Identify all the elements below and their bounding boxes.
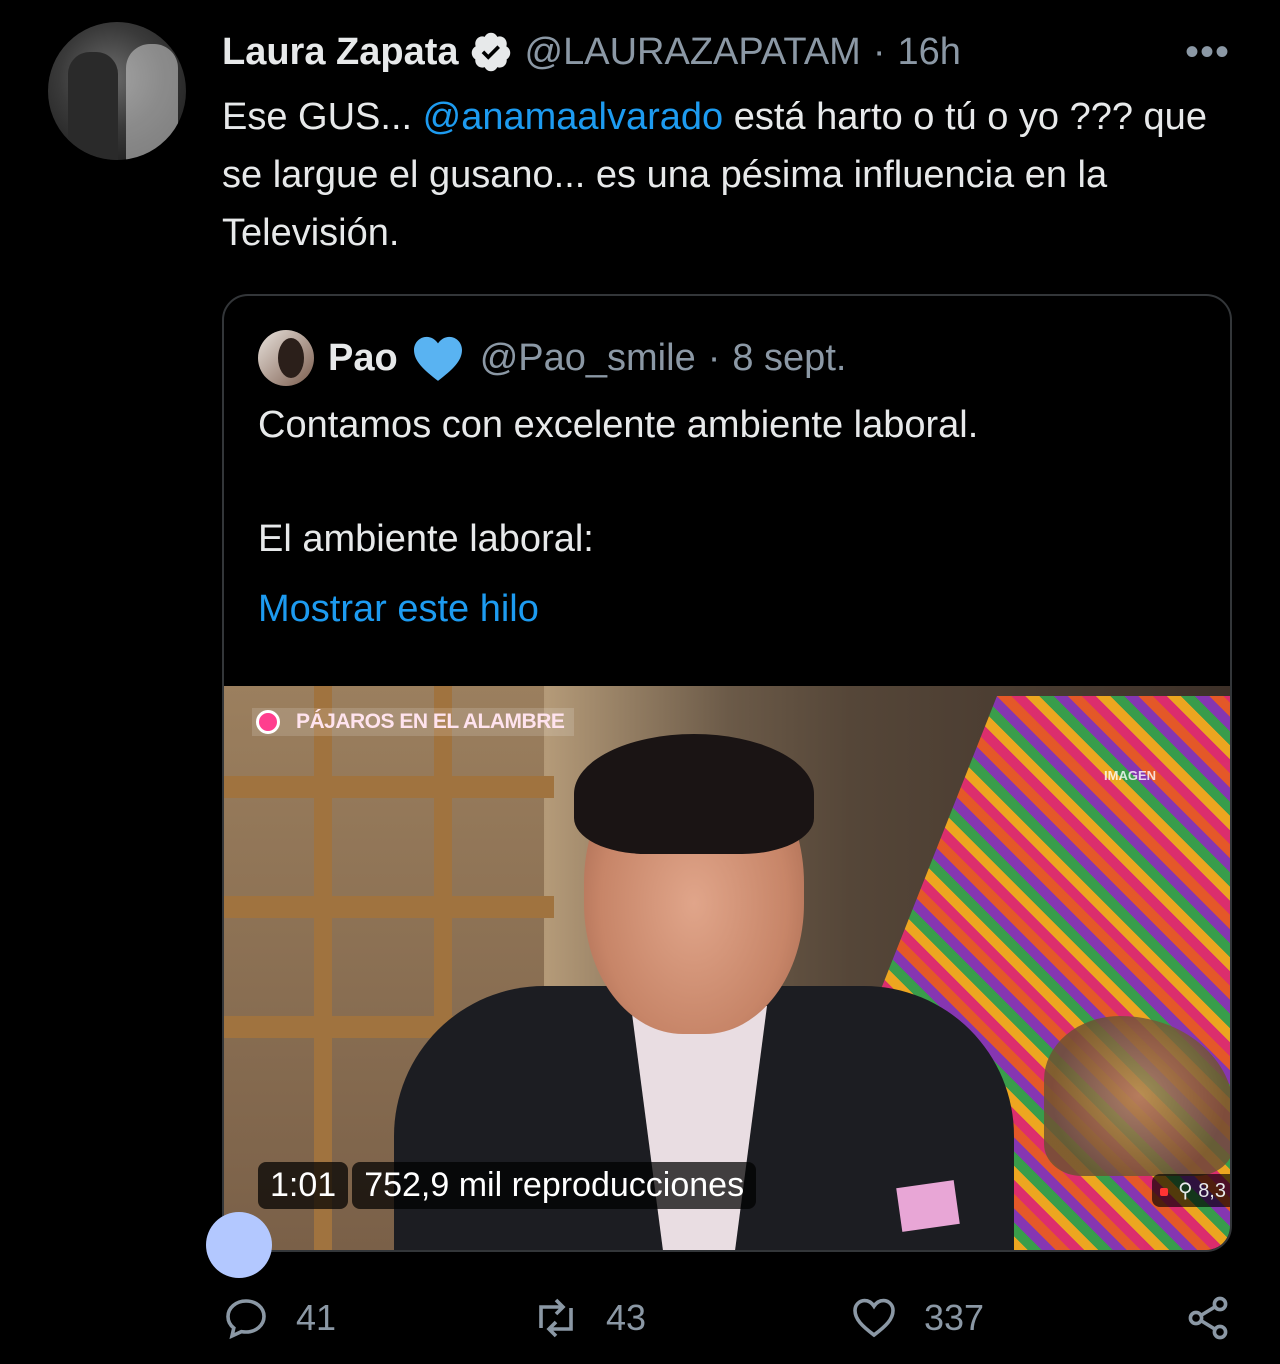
tweet-text: Ese GUS... @anamaalvarado está harto o t… — [222, 88, 1242, 262]
separator-dot: · — [707, 336, 721, 379]
person-icon: ⚲ — [1177, 1180, 1199, 1202]
reply-count: 41 — [296, 1297, 337, 1338]
quoted-author-avatar[interactable] — [258, 330, 314, 386]
like-button[interactable]: 337 — [850, 1290, 984, 1346]
quoted-author-handle[interactable]: @Pao_smile — [480, 337, 696, 380]
author-handle[interactable]: @LAURAZAPATAM — [525, 31, 861, 74]
tweet-header: Laura Zapata @LAURAZAPATAM · 16h — [222, 28, 961, 76]
video-player[interactable]: PÁJAROS EN EL ALAMBRE IMAGEN ⚲ 8,3 1:01 … — [224, 686, 1230, 1250]
video-meta: 1:01 752,9 mil reproducciones — [258, 1162, 757, 1209]
quoted-tweet-text-line: Contamos con excelente ambiente laboral. — [258, 404, 979, 446]
quoted-tweet-card[interactable]: Pao @Pao_smile · 8 sept. Contamos con ex… — [222, 294, 1232, 1252]
touch-indicator — [206, 1212, 272, 1278]
quoted-tweet-date[interactable]: 8 sept. — [732, 337, 846, 380]
like-icon — [853, 1298, 895, 1338]
quoted-tweet-text-line: El ambiente laboral: — [258, 518, 594, 560]
avatar-figure — [68, 52, 118, 160]
channel-tag-text: PÁJAROS EN EL ALAMBRE — [296, 710, 565, 733]
quoted-author-name[interactable]: Pao — [328, 337, 398, 380]
tweet-timestamp[interactable]: 16h — [897, 31, 960, 74]
pocket-square — [896, 1180, 960, 1232]
channel-tag: PÁJAROS EN EL ALAMBRE — [252, 708, 575, 736]
live-dot-icon — [1159, 1187, 1168, 1196]
tweet-text-part: Ese GUS... — [222, 96, 423, 138]
blue-heart-icon — [410, 334, 466, 382]
author-name[interactable]: Laura Zapata — [222, 31, 459, 74]
separator-dot: · — [872, 30, 886, 73]
mention-link[interactable]: @anamaalvarado — [423, 96, 724, 138]
retweet-button[interactable]: 43 — [532, 1290, 646, 1346]
retweet-icon — [539, 1298, 573, 1338]
live-viewers-badge: ⚲ 8,3 — [1151, 1174, 1230, 1207]
verified-badge-icon — [469, 30, 513, 74]
channel-watermark: IMAGEN — [1104, 768, 1156, 783]
share-button[interactable] — [1184, 1290, 1258, 1346]
video-duration: 1:01 — [258, 1162, 349, 1209]
like-count: 337 — [924, 1297, 985, 1338]
channel-logo-icon — [256, 710, 280, 734]
retweet-count: 43 — [606, 1297, 647, 1338]
video-background — [224, 776, 554, 798]
reply-icon — [226, 1299, 266, 1340]
live-viewers-count: 8,3 — [1198, 1180, 1226, 1202]
video-background — [224, 896, 554, 918]
more-icon[interactable]: ••• — [1185, 30, 1230, 75]
author-avatar[interactable] — [48, 22, 186, 160]
tweet-actions: 41 43 337 — [222, 1290, 1242, 1346]
video-views: 752,9 mil reproducciones — [352, 1162, 757, 1209]
quoted-tweet-header: Pao @Pao_smile · 8 sept. — [328, 334, 846, 382]
show-thread-link[interactable]: Mostrar este hilo — [258, 588, 539, 631]
share-icon — [1188, 1296, 1228, 1340]
presenter-hair — [574, 734, 814, 854]
avatar-figure — [126, 44, 178, 160]
reply-button[interactable]: 41 — [222, 1290, 336, 1346]
